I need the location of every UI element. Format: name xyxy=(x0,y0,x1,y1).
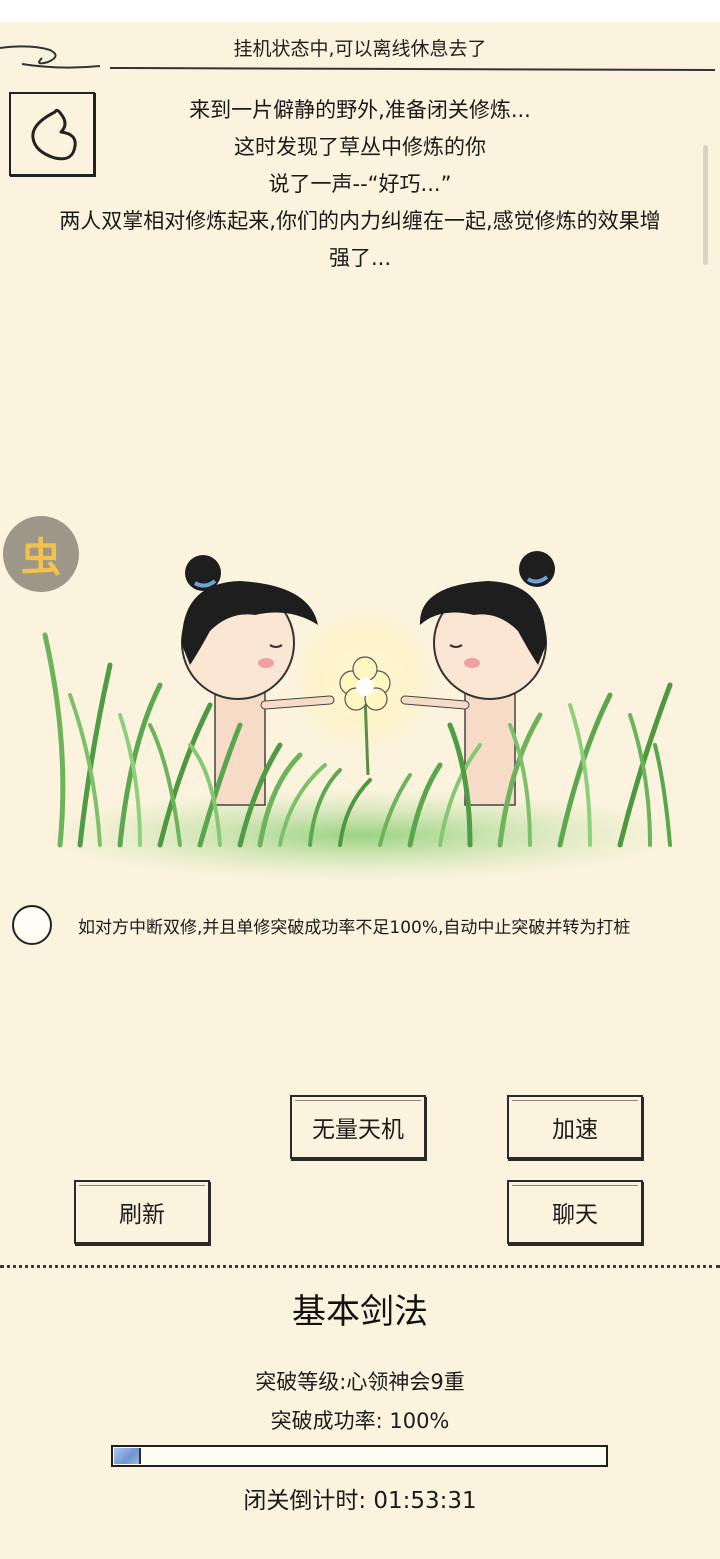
story-line: 这时发现了草丛中修炼的你 xyxy=(234,135,486,159)
cultivation-screen: 挂机状态中,可以离线休息去了 来到一片僻静的野外,准备闭关修炼... 这时发现了… xyxy=(0,0,720,1559)
story-line: 两人双掌相对修炼起来,你们的内力纠缠在一起,感觉修炼的效果增 xyxy=(59,209,661,233)
speed-up-button[interactable]: 加速 xyxy=(507,1095,643,1159)
breakthrough-level: 突破等级:心领神会9重 xyxy=(255,1370,465,1394)
story-scrollbar[interactable] xyxy=(703,145,708,265)
auto-stop-option[interactable]: 如对方中断双修,并且单修突破成功率不足100%,自动中止突破并转为打桩 xyxy=(12,903,630,947)
idle-status-text: 挂机状态中,可以离线休息去了 xyxy=(233,38,487,60)
auto-stop-radio[interactable] xyxy=(12,905,52,945)
skill-name: 基本剑法 xyxy=(292,1292,428,1332)
section-divider xyxy=(0,1265,720,1268)
story-text: 来到一片僻静的野外,准备闭关修炼... 这时发现了草丛中修炼的你 说了一声--“… xyxy=(0,92,720,277)
auto-stop-label: 如对方中断双修,并且单修突破成功率不足100%,自动中止突破并转为打桩 xyxy=(78,917,631,938)
story-line: 强了... xyxy=(328,246,392,270)
breakthrough-success-rate: 突破成功率: 100% xyxy=(270,1409,450,1433)
cultivation-progress-bar xyxy=(111,1445,608,1467)
story-line: 说了一声--“好巧...” xyxy=(268,172,452,196)
cultivation-illustration xyxy=(40,551,680,880)
story-line: 来到一片僻静的野外,准备闭关修炼... xyxy=(189,98,531,122)
top-strip xyxy=(0,0,720,22)
wuliang-tianji-button[interactable]: 无量天机 xyxy=(290,1095,426,1159)
refresh-button[interactable]: 刷新 xyxy=(74,1180,210,1244)
chat-button[interactable]: 聊天 xyxy=(507,1180,643,1244)
seclusion-countdown: 闭关倒计时: 01:53:31 xyxy=(243,1488,477,1514)
progress-fill xyxy=(114,1448,141,1464)
